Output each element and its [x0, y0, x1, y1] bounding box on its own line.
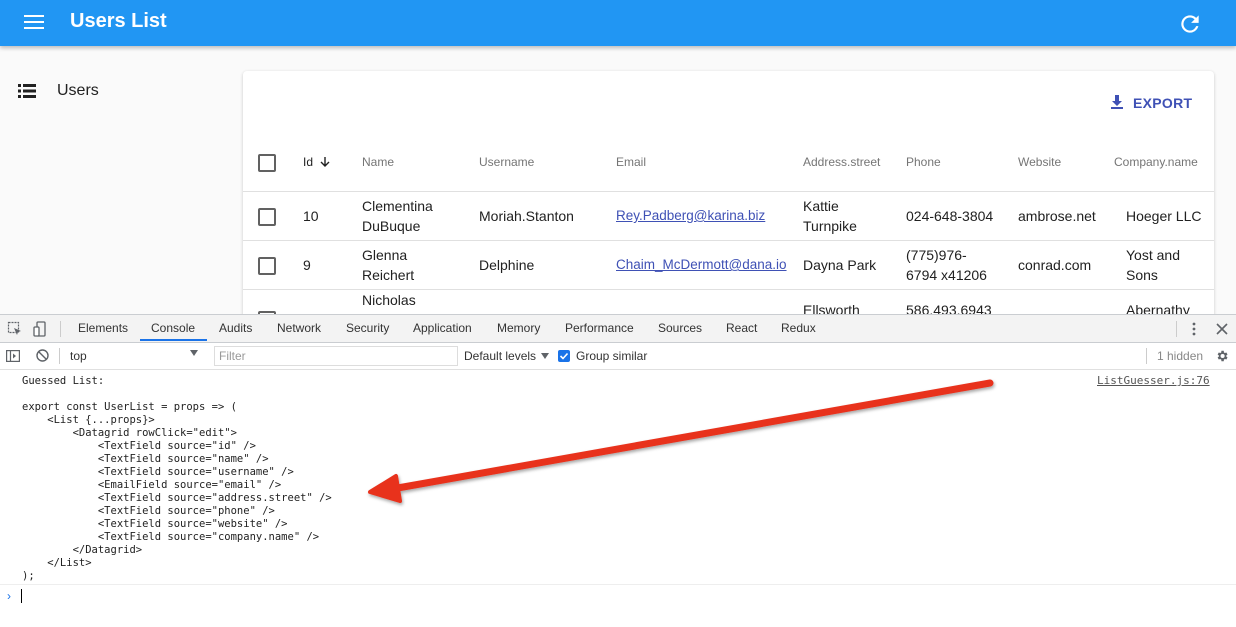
cell-phone: 024-648-3804 [906, 208, 994, 224]
devtools-panel: Elements Console Audits Network Security… [0, 314, 1236, 627]
sort-arrow-icon [320, 157, 330, 167]
row-divider [243, 240, 1214, 241]
context-select[interactable]: top [64, 343, 204, 369]
tab-elements[interactable]: Elements [78, 321, 128, 335]
select-all-checkbox[interactable] [258, 154, 276, 172]
tab-separator [1176, 321, 1177, 337]
page-title: Users List [70, 10, 167, 32]
export-label: EXPORT [1133, 95, 1193, 111]
tab-audits[interactable]: Audits [219, 321, 252, 335]
cell-id: 9 [303, 257, 311, 273]
tab-network[interactable]: Network [277, 321, 321, 335]
cell-company-line1: Yost and [1126, 247, 1180, 263]
row-checkbox[interactable] [258, 208, 276, 226]
log-line: <TextField source="id" /> [22, 440, 256, 452]
cell-company: Hoeger LLC [1126, 208, 1202, 224]
clear-icon[interactable] [36, 349, 49, 362]
tab-sources[interactable]: Sources [658, 321, 702, 335]
device-icon[interactable] [32, 321, 48, 337]
console-input[interactable] [21, 589, 22, 603]
tab-security[interactable]: Security [346, 321, 389, 335]
chevron-down-icon [190, 350, 198, 356]
cell-name-line2: DuBuque [362, 218, 421, 234]
log-line: <TextField source="company.name" /> [22, 531, 320, 543]
tab-react[interactable]: React [726, 321, 757, 335]
prompt-divider [0, 584, 1236, 585]
sidebar-toggle-icon[interactable] [6, 350, 20, 362]
cell-username: Delphine [479, 257, 535, 273]
cell-email-link[interactable]: Chaim_McDermott@dana.io [616, 255, 787, 275]
log-line: Guessed List: [22, 375, 105, 387]
checkmark-icon [558, 350, 570, 362]
close-icon[interactable] [1216, 323, 1228, 335]
header-divider [243, 191, 1214, 192]
header-company-name[interactable]: Company.name [1114, 155, 1198, 169]
tab-application[interactable]: Application [413, 321, 472, 335]
header-name[interactable]: Name [362, 155, 394, 169]
console-toolbar: top Filter Default levels Group similar … [0, 343, 1236, 370]
log-line: <TextField source="address.street" /> [22, 492, 332, 504]
cell-website: conrad.com [1018, 257, 1092, 273]
log-line: </Datagrid> [22, 544, 143, 556]
gear-icon[interactable] [1215, 349, 1229, 363]
cell-name-line1: Nicholas [362, 292, 416, 308]
prompt-chevron-icon: › [7, 589, 11, 603]
log-line: <Datagrid rowClick="edit"> [22, 427, 237, 439]
cell-id: 10 [303, 208, 319, 224]
cell-street-line2: Turnpike [803, 218, 857, 234]
log-line: export const UserList = props => ( [22, 401, 237, 413]
more-icon[interactable] [1191, 322, 1197, 336]
cell-username: Moriah.Stanton [479, 208, 574, 224]
list-icon [18, 84, 36, 98]
header-address-street[interactable]: Address.street [803, 155, 880, 169]
header-username[interactable]: Username [479, 155, 534, 169]
log-line: ); [22, 570, 35, 582]
refresh-icon[interactable] [1177, 11, 1203, 37]
menu-icon[interactable] [24, 14, 44, 30]
sidebar-item-users[interactable]: Users [0, 72, 230, 112]
chevron-down-icon [541, 353, 549, 359]
header-website[interactable]: Website [1018, 155, 1061, 169]
cell-phone-line2: 6794 x41206 [906, 267, 987, 283]
log-line: <List {...props}> [22, 414, 155, 426]
tab-memory[interactable]: Memory [497, 321, 540, 335]
log-line: <TextField source="name" /> [22, 453, 269, 465]
log-line: <TextField source="website" /> [22, 518, 288, 530]
cell-name-line1: Clementina [362, 198, 433, 214]
tab-separator [60, 321, 61, 337]
inspect-icon[interactable] [7, 321, 23, 337]
tab-console[interactable]: Console [151, 321, 195, 335]
group-similar-checkbox[interactable]: Group similar [558, 343, 658, 369]
tab-performance[interactable]: Performance [565, 321, 634, 335]
cell-street: Dayna Park [803, 257, 877, 273]
log-line: <EmailField source="email" /> [22, 479, 282, 491]
cell-street-line1: Kattie [803, 198, 839, 214]
log-line: <TextField source="phone" /> [22, 505, 275, 517]
cell-website: ambrose.net [1018, 208, 1096, 224]
toolbar-separator [1146, 348, 1147, 364]
active-tab-indicator [140, 339, 207, 341]
devtools-tabbar: Elements Console Audits Network Security… [0, 315, 1236, 343]
log-levels-dropdown[interactable]: Default levels [464, 343, 552, 369]
filter-input[interactable]: Filter [214, 346, 458, 366]
cell-name-line1: Glenna [362, 247, 408, 263]
log-line: <TextField source="username" /> [22, 466, 294, 478]
toolbar-separator [59, 348, 60, 364]
app-bar: Users List [0, 0, 1236, 46]
hidden-count: 1 hidden [1157, 349, 1204, 363]
header-email[interactable]: Email [616, 155, 646, 169]
header-id[interactable]: Id [303, 155, 330, 169]
row-checkbox[interactable] [258, 257, 276, 275]
cell-name-line2: Reichert [362, 267, 415, 283]
cell-email-link[interactable]: Rey.Padberg@karina.biz [616, 206, 765, 226]
header-phone[interactable]: Phone [906, 155, 941, 169]
log-line: </List> [22, 557, 92, 569]
download-icon [1111, 95, 1123, 109]
cell-phone-line1: (775)976- [906, 247, 967, 263]
source-link[interactable]: ListGuesser.js:76 [1097, 374, 1210, 387]
sidebar-item-label: Users [57, 82, 99, 99]
tab-redux[interactable]: Redux [781, 321, 816, 335]
cell-company-line2: Sons [1126, 267, 1158, 283]
export-button[interactable]: EXPORT [1107, 91, 1193, 113]
